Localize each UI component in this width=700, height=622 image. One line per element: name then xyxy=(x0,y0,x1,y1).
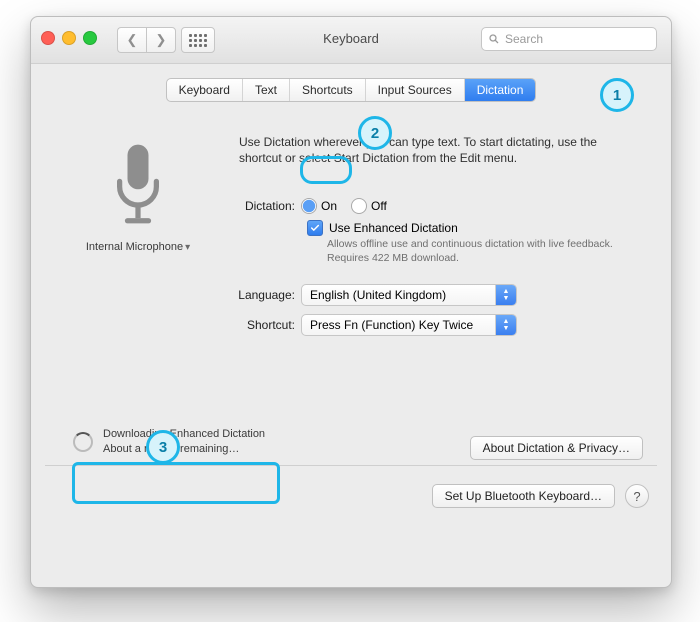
shortcut-select[interactable]: Press Fn (Function) Key Twice ▲▼ xyxy=(301,314,517,336)
language-select[interactable]: English (United Kingdom) ▲▼ xyxy=(301,284,517,306)
highlight-download-status xyxy=(72,462,280,504)
setup-bluetooth-button[interactable]: Set Up Bluetooth Keyboard… xyxy=(432,484,615,508)
shortcut-value: Press Fn (Function) Key Twice xyxy=(310,318,473,332)
titlebar: ❮ ❯ Keyboard Search xyxy=(31,17,671,64)
dictation-on-label: On xyxy=(321,199,337,213)
enhanced-dictation-row: Use Enhanced Dictation xyxy=(307,220,458,236)
check-icon xyxy=(310,223,320,233)
search-icon xyxy=(488,33,500,45)
microphone-label: Internal Microphone▾ xyxy=(73,241,203,253)
about-dictation-button[interactable]: About Dictation & Privacy… xyxy=(470,436,643,460)
language-row: Language: English (United Kingdom) ▲▼ xyxy=(31,284,517,306)
dictation-off-label: Off xyxy=(371,199,387,213)
spinner-icon xyxy=(73,432,93,452)
tab-dictation[interactable]: Dictation xyxy=(465,79,536,101)
dictation-off-radio[interactable] xyxy=(351,198,367,214)
tab-shortcuts[interactable]: Shortcuts xyxy=(290,79,366,101)
annotation-1: 1 xyxy=(600,78,634,112)
enhanced-dictation-label: Use Enhanced Dictation xyxy=(329,221,458,235)
annotation-3: 3 xyxy=(146,430,180,464)
language-label: Language: xyxy=(31,288,301,302)
download-line1: Downloading Enhanced Dictation xyxy=(103,427,265,441)
shortcut-row: Shortcut: Press Fn (Function) Key Twice … xyxy=(31,314,517,336)
dictation-description: Use Dictation wherever you can type text… xyxy=(239,134,619,166)
shortcut-label: Shortcut: xyxy=(31,318,301,332)
enhanced-dictation-subtext: Allows offline use and continuous dictat… xyxy=(327,238,627,265)
dictation-on-radio[interactable] xyxy=(301,198,317,214)
language-value: English (United Kingdom) xyxy=(310,288,446,302)
select-arrows-icon: ▲▼ xyxy=(495,285,516,305)
help-button[interactable]: ? xyxy=(625,484,649,508)
dictation-label: Dictation: xyxy=(31,199,301,213)
tab-bar: Keyboard Text Shortcuts Input Sources Di… xyxy=(31,78,671,102)
tab-keyboard[interactable]: Keyboard xyxy=(167,79,243,101)
enhanced-dictation-checkbox[interactable] xyxy=(307,220,323,236)
dictation-toggle-row: Dictation: On Off xyxy=(31,198,387,214)
annotation-2: 2 xyxy=(358,116,392,150)
search-placeholder: Search xyxy=(505,32,543,46)
select-arrows-icon: ▲▼ xyxy=(495,315,516,335)
tab-text[interactable]: Text xyxy=(243,79,290,101)
download-line2: About a minute remaining… xyxy=(103,442,265,456)
highlight-dictation-on xyxy=(300,156,352,184)
search-field[interactable]: Search xyxy=(481,27,657,51)
chevron-down-icon: ▾ xyxy=(185,242,190,253)
tab-input-sources[interactable]: Input Sources xyxy=(366,79,465,101)
